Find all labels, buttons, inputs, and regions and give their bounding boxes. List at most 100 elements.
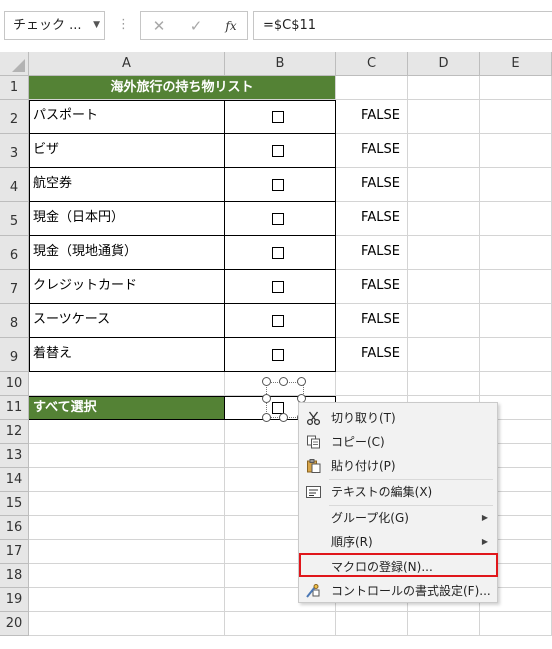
cell[interactable] [408,202,480,236]
column-header-c[interactable]: C [336,52,408,76]
row-header[interactable]: 14 [0,468,29,492]
cell[interactable] [29,420,225,444]
row-header[interactable]: 5 [0,202,29,236]
cell[interactable] [480,236,552,270]
cell[interactable] [29,612,225,636]
linked-value[interactable]: FALSE [336,270,408,304]
item-label[interactable]: 現金（日本円） [29,202,225,236]
cell[interactable] [29,564,225,588]
cell[interactable] [480,168,552,202]
linked-value[interactable]: FALSE [336,304,408,338]
column-header-e[interactable]: E [480,52,552,76]
enter-icon[interactable]: ✓ [186,16,206,36]
linked-value[interactable]: FALSE [336,338,408,372]
cell[interactable] [29,444,225,468]
row-header[interactable]: 6 [0,236,29,270]
menu-item-order[interactable]: 順序(R) ▶ [299,530,497,554]
menu-item-paste[interactable]: 貼り付け(P) [299,454,497,478]
resize-handle[interactable] [262,377,271,386]
select-all-corner[interactable] [0,52,29,76]
item-label[interactable]: パスポート [29,100,225,134]
row-header[interactable]: 1 [0,76,29,100]
row-header[interactable]: 8 [0,304,29,338]
cell[interactable] [408,100,480,134]
cell[interactable] [408,134,480,168]
linked-value[interactable]: FALSE [336,134,408,168]
cell[interactable] [336,76,408,100]
cell[interactable] [336,612,408,636]
item-checkbox[interactable] [272,315,284,327]
formula-input[interactable]: =$C$11 [253,11,552,40]
cell[interactable] [480,372,552,396]
item-checkbox[interactable] [272,281,284,293]
item-checkbox[interactable] [272,247,284,259]
row-header[interactable]: 3 [0,134,29,168]
cell[interactable] [29,372,225,396]
item-label[interactable]: 現金（現地通貨） [29,236,225,270]
row-header[interactable]: 15 [0,492,29,516]
chevron-down-icon[interactable]: ▼ [93,12,100,39]
resize-handle[interactable] [279,377,288,386]
row-header[interactable]: 19 [0,588,29,612]
menu-item-cut[interactable]: 切り取り(T) [299,406,497,430]
row-header[interactable]: 13 [0,444,29,468]
row-header[interactable]: 12 [0,420,29,444]
insert-function-icon[interactable]: fx [221,16,241,36]
row-header[interactable]: 11 [0,396,29,420]
cell[interactable] [480,612,552,636]
row-header[interactable]: 2 [0,100,29,134]
row-header[interactable]: 7 [0,270,29,304]
column-header-a[interactable]: A [29,52,225,76]
item-checkbox[interactable] [272,213,284,225]
cell[interactable] [408,372,480,396]
item-label[interactable]: スーツケース [29,304,225,338]
row-header[interactable]: 20 [0,612,29,636]
cell[interactable] [480,270,552,304]
select-all-label[interactable]: すべて選択 [29,396,225,420]
cell[interactable] [29,492,225,516]
cancel-icon[interactable]: ✕ [149,16,169,36]
item-label[interactable]: クレジットカード [29,270,225,304]
item-checkbox[interactable] [272,145,284,157]
linked-value[interactable]: FALSE [336,202,408,236]
cell[interactable] [408,304,480,338]
item-checkbox[interactable] [272,179,284,191]
formula-bar-resize-handle[interactable]: ⋮ [117,14,130,36]
row-header[interactable]: 4 [0,168,29,202]
cell[interactable] [480,134,552,168]
item-checkbox[interactable] [272,349,284,361]
cell[interactable] [480,76,552,100]
menu-item-copy[interactable]: コピー(C) [299,430,497,454]
item-label[interactable]: ビザ [29,134,225,168]
cell[interactable] [408,338,480,372]
menu-item-format-control[interactable]: コントロールの書式設定(F)... [299,579,497,603]
cell[interactable] [408,236,480,270]
row-header[interactable]: 18 [0,564,29,588]
cell[interactable] [225,612,336,636]
cell[interactable] [29,468,225,492]
row-header[interactable]: 10 [0,372,29,396]
cell[interactable] [408,168,480,202]
menu-item-edit-text[interactable]: テキストの編集(X) [299,480,497,504]
cell[interactable] [408,270,480,304]
cell[interactable] [29,540,225,564]
resize-handle[interactable] [262,394,271,403]
cell[interactable] [480,100,552,134]
item-checkbox[interactable] [272,111,284,123]
cell[interactable] [408,612,480,636]
item-label[interactable]: 航空券 [29,168,225,202]
cell[interactable] [480,304,552,338]
linked-value[interactable]: FALSE [336,236,408,270]
resize-handle[interactable] [262,413,271,422]
linked-value[interactable]: FALSE [336,168,408,202]
row-header[interactable]: 17 [0,540,29,564]
cell[interactable] [29,516,225,540]
cell[interactable] [408,76,480,100]
resize-handle[interactable] [297,377,306,386]
column-header-b[interactable]: B [225,52,336,76]
resize-handle[interactable] [279,413,288,422]
menu-item-group[interactable]: グループ化(G) ▶ [299,506,497,530]
item-label[interactable]: 着替え [29,338,225,372]
cell[interactable] [480,338,552,372]
linked-value[interactable]: FALSE [336,100,408,134]
